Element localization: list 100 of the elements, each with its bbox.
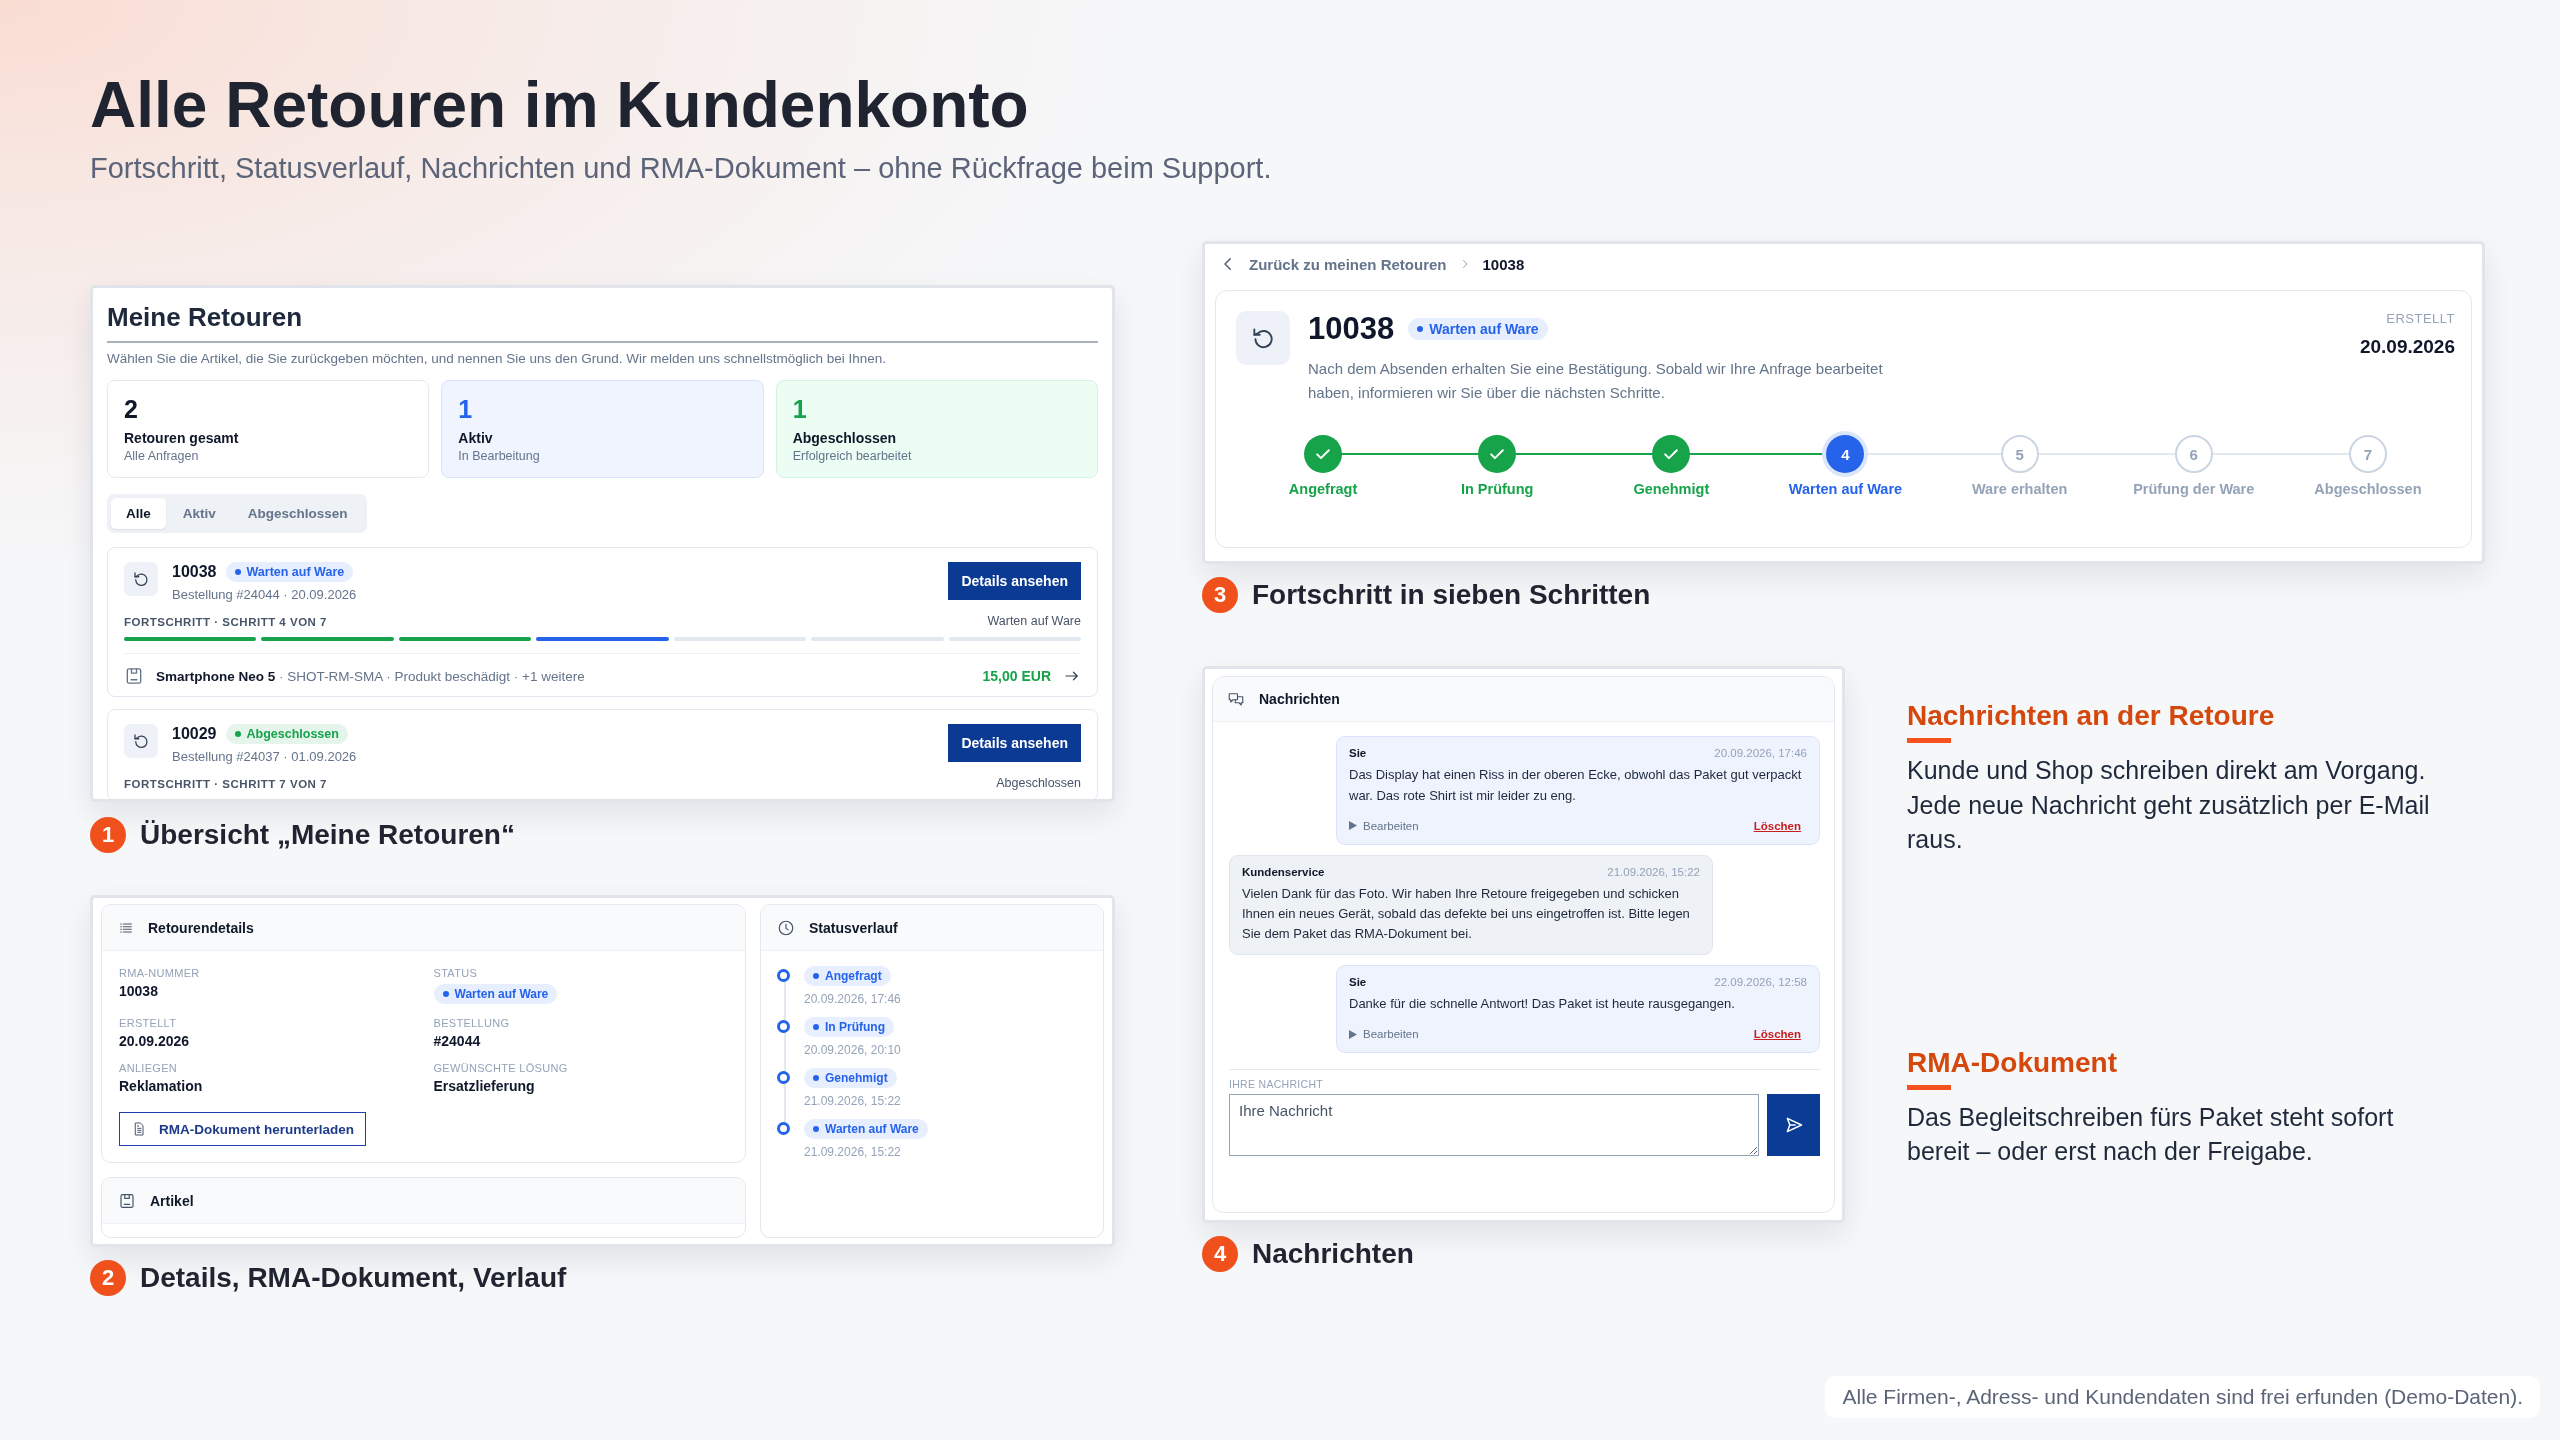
delete-link[interactable]: Löschen	[1753, 819, 1801, 832]
message-text: Das Display hat einen Riss in der oberen Ecke, obwohl das Paket gut verpackt war. Das rote Shirt ist mir leider zu eng.	[1349, 766, 1803, 805]
slide-title: Alle Retouren im Kundenkonto	[90, 70, 1030, 141]
caret-icon	[1349, 1029, 1357, 1039]
stat-value: 2	[124, 395, 139, 425]
status-label: Warten auf Ware	[1429, 321, 1539, 338]
send-button[interactable]	[1767, 1094, 1820, 1157]
step-number: 3	[1202, 577, 1238, 614]
undo-icon	[124, 724, 158, 759]
field-label: ANLIEGEN	[119, 1062, 179, 1075]
edit-toggle[interactable]: Bearbeiten	[1349, 1028, 1419, 1041]
message-time: 20.09.2026, 17:46	[1714, 747, 1807, 760]
field-value: 10038	[119, 983, 159, 1000]
caption-text: Übersicht „Meine Retouren“	[140, 819, 515, 852]
step-circle: 4	[1826, 435, 1865, 474]
item-amount: 15,00 EUR	[982, 668, 1051, 685]
field-label: BESTELLUNG	[433, 1017, 511, 1030]
status-label: Abgeschlossen	[246, 727, 339, 742]
status-label: In Prüfung	[825, 1020, 885, 1035]
message-field[interactable]: Ihre Nachricht	[1229, 1094, 1759, 1157]
timeline-dot	[777, 969, 790, 983]
back-link[interactable]: Zurück zu meinen Retouren	[1249, 255, 1447, 273]
timeline-dot	[777, 1020, 790, 1034]
return-number: 10038	[1308, 311, 1395, 348]
stat-sublabel: Erfolgreich bearbeitet	[792, 449, 913, 464]
undo-icon	[124, 562, 158, 597]
step-label: Angefragt	[1288, 481, 1358, 498]
field-label: RMA-NUMMER	[119, 967, 201, 980]
event-time: 20.09.2026, 20:10	[804, 1043, 901, 1058]
progress-status: Warten auf Ware	[987, 614, 1081, 629]
status-label: Warten auf Ware	[246, 565, 345, 580]
chat-icon	[1227, 690, 1245, 709]
filter-tab[interactable]: Alle	[111, 498, 166, 530]
breadcrumb-current: 10038	[1482, 255, 1525, 273]
return-number: 10038	[172, 563, 217, 582]
slide-subtitle: Fortschritt, Statusverlauf, Nachrichten und RMA-Dokument – ohne Rückfrage beim Support.	[90, 152, 1273, 186]
field-value: #24044	[433, 1033, 482, 1050]
step-label: Ware erhalten	[1971, 481, 2068, 498]
status-label: Genehmigt	[825, 1071, 888, 1086]
status-dot	[813, 973, 819, 980]
field-label: GEWÜNSCHTE LÖSUNG	[433, 1062, 569, 1075]
return-meta: Bestellung #24044 · 20.09.2026	[172, 587, 357, 603]
edit-toggle[interactable]: Bearbeiten	[1349, 819, 1419, 832]
stat-label: Aktiv	[458, 430, 494, 447]
message-text: Vielen Dank für das Foto. Wir haben Ihre Retoure freigegeben und schicken Ihnen ein neues Gerät, sobald das defekte bei uns eingetroffen ist. Bitte legen Sie dem Paket das RMA-Dokument bei.	[1242, 884, 1691, 943]
return-meta: Bestellung #24037 · 01.09.2026	[172, 749, 357, 765]
filter-tab[interactable]: Aktiv	[167, 498, 231, 530]
progress-status: Abgeschlossen	[996, 776, 1081, 791]
note-title: RMA-Dokument	[1907, 1046, 2118, 1079]
undo-icon	[1236, 311, 1290, 366]
status-dot	[813, 1075, 819, 1082]
step-label: Abgeschlossen	[2314, 481, 2422, 498]
panel-description: Wählen Sie die Artikel, die Sie zurückgeben möchten, und nennen Sie uns den Grund. Wir melden uns schnellstmöglich bei Ihnen.	[107, 351, 887, 367]
filter-tab[interactable]: Abgeschlossen	[232, 498, 363, 530]
event-time: 20.09.2026, 17:46	[804, 992, 901, 1007]
message-author: Kundenservice	[1242, 865, 1325, 878]
message-text: Danke für die schnelle Antwort! Das Paket ist heute rausgegangen.	[1349, 995, 1736, 1014]
field-label: STATUS	[433, 967, 479, 980]
message-time: 22.09.2026, 12:58	[1714, 976, 1807, 989]
status-label: Warten auf Ware	[454, 987, 549, 1002]
note-title: Nachrichten an der Retoure	[1907, 700, 2276, 733]
card-title: Retourendetails	[148, 919, 254, 936]
message-author: Sie	[1349, 747, 1367, 760]
return-number: 10029	[172, 725, 217, 744]
note-text: Kunde und Shop schreiben direkt am Vorgang. Jede neue Nachricht geht zusätzlich per E-Mail raus.	[1907, 755, 2431, 856]
progress-label: FORTSCHRITT · SCHRITT 4 VON 7	[124, 616, 327, 629]
field-value: 20.09.2026	[119, 1033, 191, 1050]
panel-title: Meine Retouren	[107, 301, 304, 335]
status-label: Warten auf Ware	[825, 1122, 919, 1137]
caret-icon	[1349, 821, 1357, 831]
card-title: Nachrichten	[1259, 691, 1340, 708]
message-time: 21.09.2026, 15:22	[1607, 865, 1700, 878]
details-button[interactable]: Details ansehen	[948, 562, 1081, 601]
stat-label: Retouren gesamt	[124, 430, 240, 447]
step-circle: 5	[2000, 435, 2039, 474]
timeline-dot	[777, 1122, 790, 1136]
status-label: Angefragt	[825, 969, 882, 984]
field-label: ERSTELLT	[119, 1017, 178, 1030]
note-text: Das Begleitschreiben fürs Paket steht sofort bereit – oder erst nach der Freigabe.	[1907, 1101, 2395, 1168]
timeline-dot	[777, 1071, 790, 1085]
field-value: Reklamation	[119, 1078, 204, 1095]
field-label: IHRE NACHRICHT	[1229, 1078, 1325, 1091]
step-label: Warten auf Ware	[1788, 481, 1903, 498]
step-circle: 6	[2174, 435, 2213, 474]
created-label: ERSTELLT	[2385, 311, 2455, 327]
step-label: In Prüfung	[1460, 481, 1534, 498]
step-label: Prüfung der Ware	[2133, 481, 2255, 498]
event-time: 21.09.2026, 15:22	[804, 1145, 902, 1160]
event-time: 21.09.2026, 15:22	[804, 1094, 901, 1109]
card-title: Artikel	[150, 1192, 194, 1209]
step-circle: 7	[2348, 435, 2387, 474]
stat-sublabel: In Bearbeitung	[458, 449, 541, 464]
delete-link[interactable]: Löschen	[1753, 1028, 1801, 1041]
download-button[interactable]: RMA-Dokument herunterladen	[119, 1112, 366, 1147]
status-dot	[813, 1024, 819, 1031]
caption-text: Nachrichten	[1252, 1238, 1414, 1271]
stat-sublabel: Alle Anfragen	[124, 449, 200, 464]
step-number: 2	[90, 1260, 126, 1297]
details-button[interactable]: Details ansehen	[948, 724, 1081, 763]
return-description: Nach dem Absenden erhalten Sie eine Bestätigung. Sobald wir Ihre Anfrage bearbeitet haben, informieren wir Sie über die nächsten Schritte.	[1308, 359, 1884, 404]
